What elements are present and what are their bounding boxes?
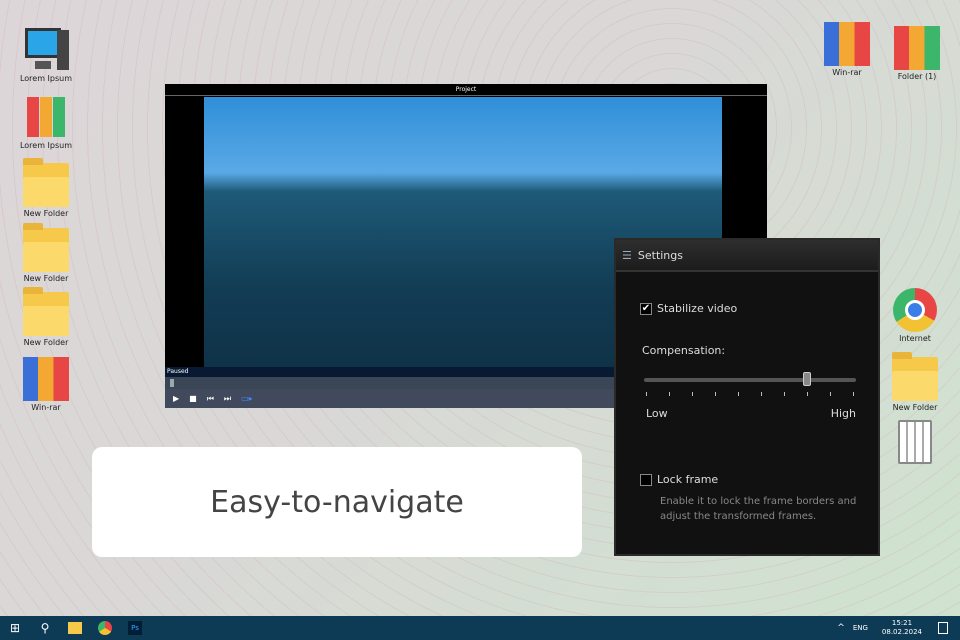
lock-frame-checkbox[interactable]: Lock frame [640,473,718,486]
icon-label: Lorem Ipsum [19,74,73,83]
low-label: Low [646,407,668,420]
lock-frame-description: Enable it to lock the frame borders and … [660,496,857,522]
folder-icon [23,223,69,272]
sliders-icon: ☰ [622,248,632,262]
desktop-icon-winrar[interactable]: Win-rar [11,357,81,412]
recycle-bin-icon[interactable] [880,420,950,466]
desktop-icon-folder[interactable]: New Folder [11,287,81,347]
chrome-icon [893,288,937,332]
language-indicator[interactable]: ENG [853,624,868,632]
compensation-slider[interactable] [644,372,856,386]
slider-thumb[interactable] [803,372,812,386]
icon-label: Internet [899,334,931,343]
lock-frame-label: Lock frame [657,473,719,486]
settings-panel: ☰ Settings ✔ Stabilize video Compensation:… [614,238,880,556]
chrome-taskbar-icon[interactable] [90,616,120,640]
compensation-label: Compensation: [642,344,726,357]
binders-icon [894,26,940,70]
export-icon[interactable]: ▭▸ [241,394,253,403]
date: 08.02.2024 [881,628,922,636]
time: 15:21 [891,619,913,627]
feature-card: Easy-to-navigate [92,447,582,557]
stabilize-label: Stabilize video [657,302,738,315]
desktop-icon-computer[interactable]: Lorem Ipsum [11,28,81,83]
search-icon[interactable]: ⚲ [30,616,60,640]
binders-icon [23,95,69,139]
desktop-icon-folder[interactable]: New Folder [11,158,81,218]
checkbox-checked[interactable]: ✔ [640,303,652,315]
taskbar: ⊞ ⚲ Ps ^ ENG 15:21 08.02.2024 [0,616,960,640]
desktop-icon-folder[interactable]: New Folder [880,352,950,412]
computer-icon [23,28,69,72]
desktop-icon-winrar[interactable]: Win-rar [812,22,882,77]
stabilize-checkbox[interactable]: ✔ Stabilize video [640,302,737,315]
window-title: Project [165,84,767,96]
high-label: High [830,407,856,420]
settings-title: Settings [637,248,683,262]
folder-icon [23,287,69,336]
notifications-icon[interactable] [938,622,948,634]
stop-icon[interactable]: ■ [189,394,197,403]
folder-icon [892,352,938,401]
play-icon[interactable]: ▶ [173,394,179,403]
file-explorer-icon[interactable] [60,616,90,640]
winrar-icon [824,22,870,66]
icon-label: New Folder [23,274,69,283]
seek-handle[interactable] [170,379,174,387]
icon-label: New Folder [23,338,69,347]
photoshop-icon[interactable]: Ps [120,616,150,640]
desktop-icon-folder-1[interactable]: Folder (1) [882,26,952,81]
windows-start-icon[interactable]: ⊞ [0,616,30,640]
desktop-icon-internet[interactable]: Internet [880,288,950,343]
clock[interactable]: 15:21 08.02.2024 [882,619,922,637]
slider-ticks [646,392,856,396]
icon-label: New Folder [892,403,938,412]
desktop-icon-binders[interactable]: Lorem Ipsum [11,95,81,150]
previous-frame-icon[interactable]: ⏮ [207,394,214,404]
icon-label: Win-rar [31,403,61,412]
icon-label: Lorem Ipsum [19,141,73,150]
chevron-up-icon[interactable]: ^ [837,623,845,633]
feature-caption: Easy-to-navigate [210,484,464,520]
icon-label: New Folder [23,209,69,218]
folder-icon [23,158,69,207]
trash-icon [898,420,932,464]
icon-label: Folder (1) [897,72,937,81]
winrar-icon [23,357,69,401]
desktop-icon-folder[interactable]: New Folder [11,223,81,283]
next-frame-icon[interactable]: ⏭ [224,394,231,404]
icon-label: Win-rar [832,68,862,77]
checkbox-unchecked[interactable] [640,474,652,486]
